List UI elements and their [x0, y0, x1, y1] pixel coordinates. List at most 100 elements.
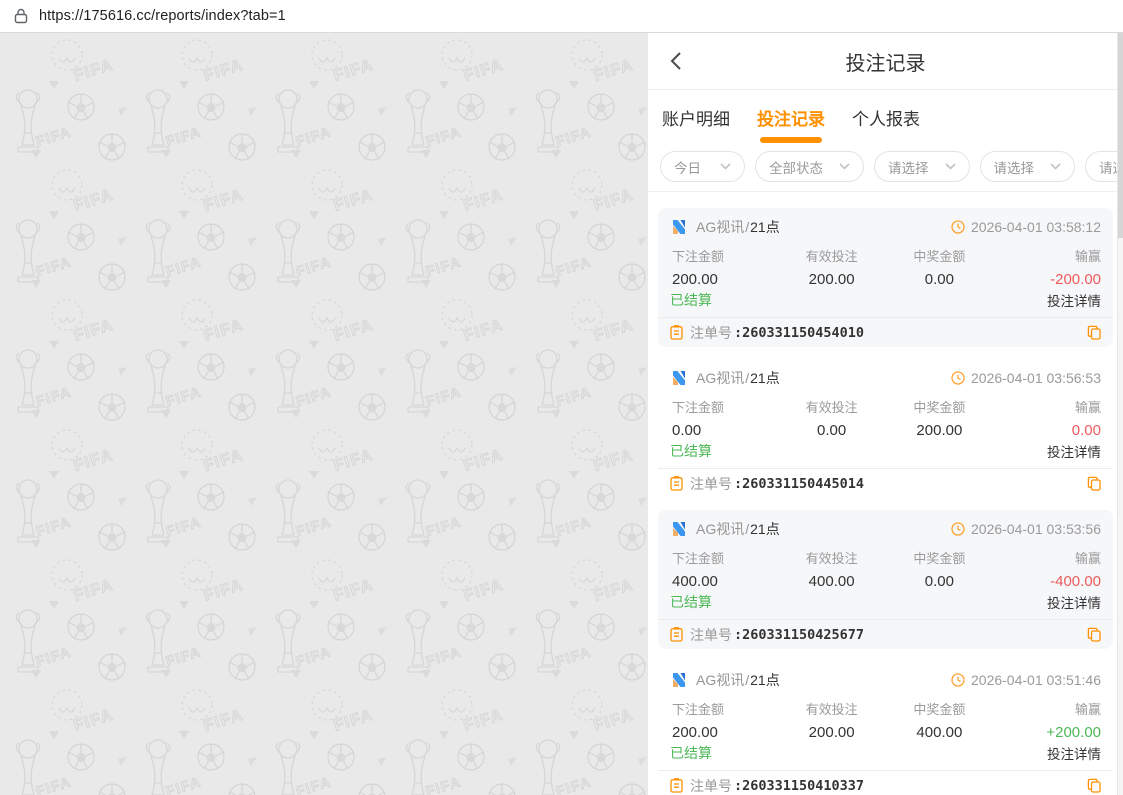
bet-record-card: AG视讯 / 21点 2026-04-01 03:51:46 下注金额 有效投注… — [658, 661, 1113, 795]
scrollbar-thumb[interactable] — [1118, 33, 1123, 238]
game-name: AG视讯 — [696, 368, 744, 388]
bet-amount-value: 200.00 — [670, 724, 778, 741]
bet-detail-link[interactable]: 投注详情 — [1047, 592, 1101, 612]
status-badge: 已结算 — [670, 290, 712, 310]
copy-button[interactable] — [1087, 778, 1101, 793]
amount-values-row: 200.00 200.00 0.00 -200.00 — [670, 271, 1101, 288]
valid-bet-value: 200.00 — [778, 724, 886, 741]
url-text[interactable]: https://175616.cc/reports/index?tab=1 — [39, 8, 286, 24]
label-win-amount: 中奖金额 — [886, 246, 994, 265]
copy-button[interactable] — [1087, 627, 1101, 642]
tab-personal-report[interactable]: 个人报表 — [852, 105, 920, 143]
clock-icon — [951, 673, 965, 687]
order-number: :260331150425677 — [734, 627, 864, 643]
bet-time: 2026-04-01 03:51:46 — [971, 672, 1101, 688]
order-number: :260331150445014 — [734, 476, 864, 492]
filter-date-label: 今日 — [674, 157, 704, 177]
status-row: 已结算 投注详情 — [670, 290, 1101, 310]
clock-icon — [951, 371, 965, 385]
lock-icon — [14, 8, 28, 24]
status-row: 已结算 投注详情 — [670, 441, 1101, 461]
game-slash: / — [745, 370, 749, 386]
bet-detail-link[interactable]: 投注详情 — [1047, 743, 1101, 763]
amount-values-row: 200.00 200.00 400.00 +200.00 — [670, 724, 1101, 741]
valid-bet-value: 200.00 — [778, 271, 886, 288]
order-row: 注单号 :260331150454010 — [658, 317, 1113, 347]
label-valid-bet: 有效投注 — [778, 699, 886, 718]
order-label: 注单号 — [690, 776, 732, 795]
order-label: 注单号 — [690, 625, 732, 645]
back-chevron-icon — [670, 51, 682, 71]
amount-values-row: 400.00 400.00 0.00 -400.00 — [670, 573, 1101, 590]
browser-url-bar[interactable]: https://175616.cc/reports/index?tab=1 — [0, 0, 1123, 33]
order-label: 注单号 — [690, 323, 732, 343]
amount-labels-row: 下注金额 有效投注 中奖金额 输赢 — [670, 246, 1101, 265]
filter-bar: 今日 全部状态 请选择 请选择 — [648, 143, 1123, 192]
order-number: :260331150410337 — [734, 778, 864, 794]
filter-select-2[interactable]: 请选择 — [980, 151, 1076, 182]
valid-bet-value: 0.00 — [778, 422, 886, 439]
win-amount-value: 0.00 — [886, 271, 994, 288]
game-name: AG视讯 — [696, 519, 744, 539]
bet-amount-value: 0.00 — [670, 422, 778, 439]
copy-icon — [1087, 627, 1101, 642]
amount-labels-row: 下注金额 有效投注 中奖金额 输赢 — [670, 397, 1101, 416]
bet-amount-value: 200.00 — [670, 271, 778, 288]
back-button[interactable] — [670, 33, 682, 89]
label-win-lose: 输赢 — [993, 548, 1101, 567]
order-clipboard-icon — [670, 627, 683, 642]
filter-status[interactable]: 全部状态 — [755, 151, 864, 182]
game-logo-icon — [670, 671, 688, 689]
page-title: 投注记录 — [846, 47, 926, 76]
tab-account-detail[interactable]: 账户明细 — [662, 105, 730, 143]
order-clipboard-icon — [670, 325, 683, 340]
game-slash: / — [745, 672, 749, 688]
label-valid-bet: 有效投注 — [778, 548, 886, 567]
label-win-lose: 输赢 — [993, 397, 1101, 416]
copy-button[interactable] — [1087, 476, 1101, 491]
records-list: AG视讯 / 21点 2026-04-01 03:58:12 下注金额 有效投注… — [648, 192, 1123, 795]
chevron-down-icon — [1050, 163, 1061, 170]
label-win-amount: 中奖金额 — [886, 699, 994, 718]
win-amount-value: 400.00 — [886, 724, 994, 741]
label-win-amount: 中奖金额 — [886, 397, 994, 416]
label-win-amount: 中奖金额 — [886, 548, 994, 567]
filter-status-label: 全部状态 — [769, 157, 823, 177]
filter-select-1[interactable]: 请选择 — [874, 151, 970, 182]
bet-record-card: AG视讯 / 21点 2026-04-01 03:53:56 下注金额 有效投注… — [658, 510, 1113, 649]
tab-bar: 账户明细 投注记录 个人报表 — [648, 90, 1123, 143]
panel-header: 投注记录 — [648, 33, 1123, 90]
card-header: AG视讯 / 21点 2026-04-01 03:51:46 — [670, 670, 1101, 690]
clock-icon — [951, 522, 965, 536]
label-bet-amount: 下注金额 — [670, 397, 778, 416]
profit-value: -200.00 — [993, 271, 1101, 288]
filter-select-2-label: 请选择 — [994, 157, 1035, 177]
bet-detail-link[interactable]: 投注详情 — [1047, 441, 1101, 461]
fifa-pattern-background: FIFA FIFA — [0, 33, 648, 795]
chevron-down-icon — [945, 163, 956, 170]
bet-time: 2026-04-01 03:56:53 — [971, 370, 1101, 386]
bet-record-card: AG视讯 / 21点 2026-04-01 03:56:53 下注金额 有效投注… — [658, 359, 1113, 498]
label-bet-amount: 下注金额 — [670, 548, 778, 567]
status-badge: 已结算 — [670, 441, 712, 461]
bet-detail-link[interactable]: 投注详情 — [1047, 290, 1101, 310]
win-amount-value: 200.00 — [886, 422, 994, 439]
filter-date[interactable]: 今日 — [660, 151, 745, 182]
copy-button[interactable] — [1087, 325, 1101, 340]
status-row: 已结算 投注详情 — [670, 743, 1101, 763]
label-win-lose: 输赢 — [993, 246, 1101, 265]
game-table: 21点 — [750, 519, 780, 539]
card-header: AG视讯 / 21点 2026-04-01 03:58:12 — [670, 217, 1101, 237]
label-bet-amount: 下注金额 — [670, 699, 778, 718]
game-name: AG视讯 — [696, 670, 744, 690]
label-win-lose: 输赢 — [993, 699, 1101, 718]
order-label: 注单号 — [690, 474, 732, 494]
scrollbar[interactable] — [1117, 33, 1123, 795]
game-slash: / — [745, 219, 749, 235]
profit-value: +200.00 — [993, 724, 1101, 741]
game-logo-icon — [670, 369, 688, 387]
tab-bet-records[interactable]: 投注记录 — [757, 105, 825, 143]
order-clipboard-icon — [670, 476, 683, 491]
amount-labels-row: 下注金额 有效投注 中奖金额 输赢 — [670, 699, 1101, 718]
copy-icon — [1087, 325, 1101, 340]
